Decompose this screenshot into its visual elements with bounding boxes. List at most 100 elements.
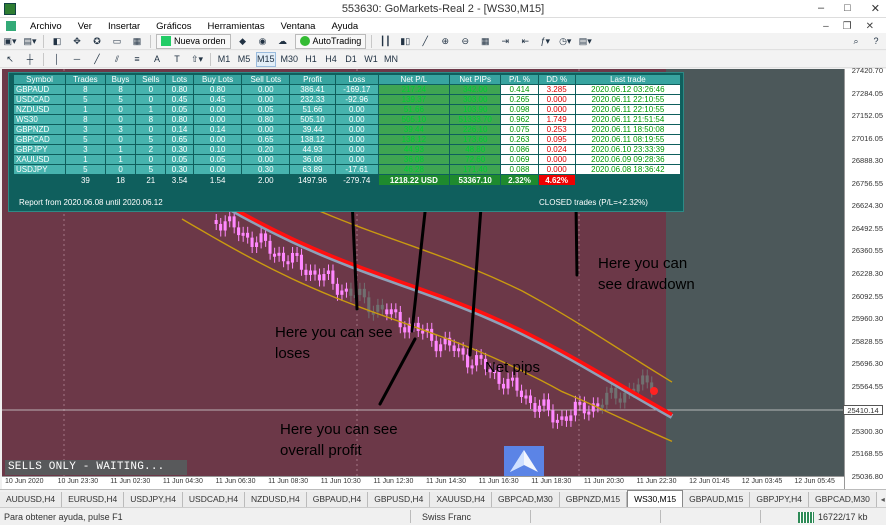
- child-minimize-icon[interactable]: –: [823, 21, 829, 32]
- periods-icon[interactable]: ◷▾: [557, 34, 573, 49]
- crosshair-icon[interactable]: ┼: [22, 52, 38, 67]
- table-cell: 0.80: [165, 114, 194, 125]
- market-watch-icon[interactable]: ◧: [49, 34, 65, 49]
- autotrading-button[interactable]: AutoTrading: [294, 33, 367, 49]
- candle: [358, 288, 362, 295]
- bar-chart-icon[interactable]: ┃┃: [377, 34, 393, 49]
- candle: [219, 224, 223, 231]
- indicators-icon[interactable]: ƒ▾: [537, 34, 553, 49]
- candle: [578, 401, 582, 405]
- chart-tab[interactable]: AUDUSD,H4: [0, 492, 63, 507]
- minimize-icon[interactable]: –: [818, 2, 824, 15]
- timeframe-m5[interactable]: M5: [236, 52, 252, 67]
- candle: [524, 395, 528, 399]
- chart-tab[interactable]: WS30,M15: [627, 490, 684, 507]
- candle: [533, 403, 537, 412]
- chart-tab[interactable]: XAUUSD,H4: [430, 492, 492, 507]
- line-chart-icon[interactable]: ╱: [417, 34, 433, 49]
- menu-ventana[interactable]: Ventana: [273, 21, 324, 32]
- child-restore-icon[interactable]: ❐: [843, 21, 852, 32]
- chart-tab[interactable]: GBPAUD,M15: [683, 492, 751, 507]
- table-cell: 217.24: [377, 84, 450, 95]
- chart-tab[interactable]: GBPAUD,H4: [306, 492, 369, 507]
- trendline-icon[interactable]: ╱: [89, 52, 105, 67]
- chart-tab[interactable]: GBPNZD,M15: [559, 492, 628, 507]
- autoscroll-icon[interactable]: ⇥: [497, 34, 513, 49]
- menu-ver[interactable]: Ver: [70, 21, 100, 32]
- help-icon[interactable]: ?: [868, 34, 884, 49]
- connection-bars-icon: [798, 512, 814, 523]
- fibonacci-icon[interactable]: ≡: [129, 52, 145, 67]
- channel-icon[interactable]: ⫽: [109, 52, 125, 67]
- menu-archivo[interactable]: Archivo: [22, 21, 70, 32]
- price-scale[interactable]: 27420.70 27284.05 27152.05 27016.05 26888.30…: [843, 66, 886, 489]
- tile-windows-icon[interactable]: ▦: [477, 34, 493, 49]
- annotation-pips: Net pips: [485, 359, 541, 376]
- timeframe-h1[interactable]: H1: [303, 52, 319, 67]
- search-icon[interactable]: ⌕: [848, 34, 864, 49]
- chart-tab[interactable]: GBPCAD,M30: [809, 492, 877, 507]
- vps-icon[interactable]: ☁: [275, 34, 291, 49]
- strategy-tester-icon[interactable]: ▦: [129, 34, 145, 49]
- cursor-icon[interactable]: ↖: [2, 52, 18, 67]
- menu-herramientas[interactable]: Herramientas: [200, 21, 273, 32]
- data-window-icon[interactable]: ✥: [69, 34, 85, 49]
- chart-tab[interactable]: USDJPY,H4: [124, 492, 183, 507]
- child-close-icon[interactable]: ✕: [866, 21, 874, 32]
- chart-tab[interactable]: USDCAD,H4: [182, 492, 246, 507]
- timeframe-m15[interactable]: M15: [256, 51, 276, 67]
- candle: [528, 395, 532, 404]
- table-cell: 0.265: [500, 94, 539, 105]
- price-tick: 25960.30: [851, 314, 883, 324]
- timeframe-m1[interactable]: M1: [216, 52, 232, 67]
- tab-left-icon[interactable]: ◂: [881, 495, 885, 504]
- zoom-out-icon[interactable]: ⊖: [457, 34, 473, 49]
- arrows-icon[interactable]: ⇧▾: [189, 52, 205, 67]
- label-icon[interactable]: T: [169, 52, 185, 67]
- menu-graficos[interactable]: Gráficos: [148, 21, 199, 32]
- timeframe-w1[interactable]: W1: [363, 52, 379, 67]
- chart-tab[interactable]: GBPUSD,H4: [368, 492, 431, 507]
- timeframe-mn[interactable]: MN: [383, 52, 399, 67]
- vertical-line-icon[interactable]: │: [49, 52, 65, 67]
- timeframe-m30[interactable]: M30: [280, 52, 300, 67]
- text-icon[interactable]: A: [149, 52, 165, 67]
- metaeditor-icon[interactable]: ◆: [235, 34, 251, 49]
- menu-ayuda[interactable]: Ayuda: [323, 21, 366, 32]
- chart-tab[interactable]: NZDUSD,H4: [245, 492, 307, 507]
- zoom-in-icon[interactable]: ⊕: [437, 34, 453, 49]
- candlestick-icon[interactable]: ▮▯: [397, 34, 413, 49]
- new-order-button[interactable]: Nueva orden: [156, 33, 231, 49]
- table-cell: 36.08: [289, 154, 336, 165]
- candle: [268, 240, 272, 254]
- time-axis[interactable]: 10 Jun 2020 10 Jun 23:30 11 Jun 02:30 11 Ju…: [2, 476, 844, 488]
- terminal-icon[interactable]: ▭: [109, 34, 125, 49]
- table-cell: 3: [104, 124, 137, 135]
- price-tick: 26624.30: [851, 201, 883, 211]
- table-cell: 0.65: [241, 134, 291, 145]
- signals-icon[interactable]: ◉: [255, 34, 271, 49]
- templates-icon[interactable]: ▤▾: [577, 34, 593, 49]
- candle: [335, 283, 339, 295]
- tab-scroll-controls[interactable]: ◂▸: [877, 492, 886, 507]
- price-tick: 27016.05: [851, 133, 883, 143]
- chart-shift-icon[interactable]: ⇤: [517, 34, 533, 49]
- table-cell: 0: [135, 84, 167, 95]
- profiles-icon[interactable]: ▤▾: [22, 34, 38, 49]
- chart-tab[interactable]: EURUSD,H4: [62, 492, 125, 507]
- table-cell: 3.285: [537, 84, 576, 95]
- horizontal-line-icon[interactable]: ─: [69, 52, 85, 67]
- maximize-icon[interactable]: □: [844, 2, 851, 15]
- close-icon[interactable]: ✕: [871, 2, 880, 15]
- candle: [434, 340, 438, 352]
- chart-tab[interactable]: GBPCAD,M30: [491, 492, 560, 507]
- timeframe-h4[interactable]: H4: [323, 52, 339, 67]
- timeframe-d1[interactable]: D1: [343, 52, 359, 67]
- candle: [403, 327, 407, 333]
- menu-insertar[interactable]: Insertar: [100, 21, 148, 32]
- price-tick: 25564.55: [851, 381, 883, 391]
- new-chart-icon[interactable]: ▣▾: [2, 34, 18, 49]
- navigator-icon[interactable]: ✪: [89, 34, 105, 49]
- chart-tab[interactable]: GBPJPY,H4: [750, 492, 809, 507]
- candle: [582, 402, 586, 414]
